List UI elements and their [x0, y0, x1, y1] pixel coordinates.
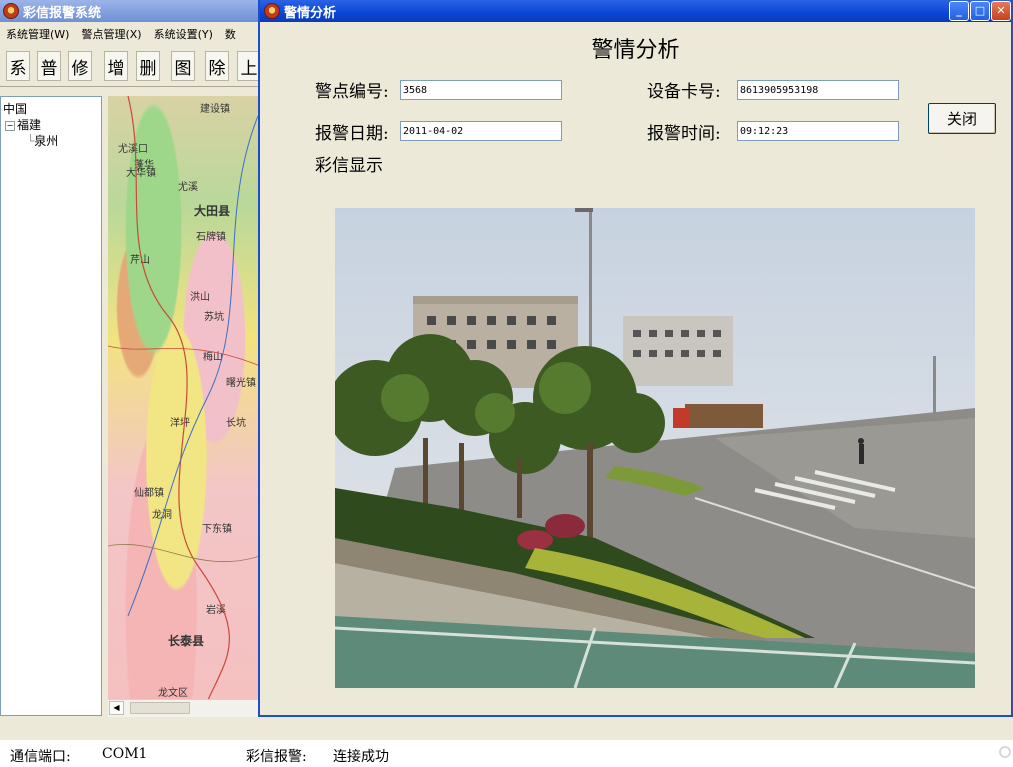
scroll-left-icon[interactable]: ◀ [109, 701, 124, 715]
menu-data[interactable]: 数 [225, 26, 236, 42]
mms-photo [335, 208, 975, 688]
mms-photo-image [335, 208, 975, 688]
tree-node-china[interactable]: 中国 [3, 100, 27, 117]
status-mms-value: 连接成功 [333, 749, 389, 765]
tree-node-label: 泉州 [34, 134, 59, 148]
status-port-value: COM1 [102, 746, 148, 762]
scrollbar-thumb[interactable] [130, 702, 190, 714]
toolbar-add-button[interactable]: 增 [104, 51, 128, 81]
toolbar-map-button[interactable]: 图 [171, 51, 195, 81]
maximize-button[interactable]: □ [970, 1, 990, 21]
alarm-time-label: 报警时间: [647, 124, 721, 144]
toolbar-normal-button[interactable]: 普 [37, 51, 61, 81]
dialog-titlebar[interactable]: 警情分析 _ □ ✕ [260, 0, 1011, 22]
alarm-date-label: 报警日期: [315, 124, 389, 144]
dialog-heading: 警情分析 [591, 38, 680, 63]
toolbar-remove-button[interactable]: 除 [205, 51, 229, 81]
tree-node-label: 福建 [17, 118, 42, 132]
device-card-no-field[interactable] [737, 80, 899, 100]
minimize-button[interactable]: _ [949, 1, 969, 21]
status-port-label: 通信端口: [10, 749, 71, 765]
region-map[interactable]: 建设镇 大田县 尤溪口 芹山 曙光镇 梅山 洋坪 长坑 仙都镇 龙洞 长泰县 蓬… [108, 96, 260, 700]
dialog-title: 警情分析 [284, 5, 337, 21]
toolbar-system-button[interactable]: 系 [6, 51, 30, 81]
alarm-time-field[interactable] [737, 121, 899, 141]
toolbar-delete-button[interactable]: 删 [136, 51, 160, 81]
alarm-analysis-dialog: 警情分析 _ □ ✕ 警情分析 警点编号: 设备卡号: 报警日期: 报警时间: … [258, 0, 1013, 717]
map-roads [108, 96, 260, 700]
tree-node-quanzhou[interactable]: └泉州 [27, 132, 58, 149]
alarm-date-field[interactable] [400, 121, 562, 141]
toolbar-edit-button[interactable]: 修 [68, 51, 92, 81]
resize-grip-icon[interactable] [999, 746, 1011, 758]
collapse-icon[interactable]: − [5, 120, 15, 131]
main-window-title: 彩信报警系统 [23, 5, 102, 21]
alarm-point-id-field[interactable] [400, 80, 562, 100]
device-card-no-label: 设备卡号: [647, 82, 721, 102]
menu-alarm-point-management[interactable]: 警点管理(X) [81, 26, 141, 42]
alarm-point-id-label: 警点编号: [315, 82, 389, 102]
region-tree: 中国 − 福建 └泉州 [0, 96, 102, 716]
close-button[interactable]: 关闭 [928, 103, 996, 134]
close-window-button[interactable]: ✕ [991, 1, 1011, 21]
menu-system-settings[interactable]: 系统设置(Y) [154, 26, 213, 42]
tree-node-fujian[interactable]: − 福建 [5, 116, 41, 133]
tree-node-label: 中国 [3, 102, 28, 116]
app-logo-icon [264, 3, 280, 19]
status-bar: 通信端口: COM1 彩信报警: 连接成功 [0, 740, 1013, 767]
menu-system-management[interactable]: 系统管理(W) [6, 26, 69, 42]
app-logo-icon [3, 3, 19, 19]
mms-display-label: 彩信显示 [315, 156, 383, 176]
status-mms-label: 彩信报警: [246, 749, 307, 765]
map-horizontal-scrollbar[interactable]: ◀ [108, 699, 260, 717]
